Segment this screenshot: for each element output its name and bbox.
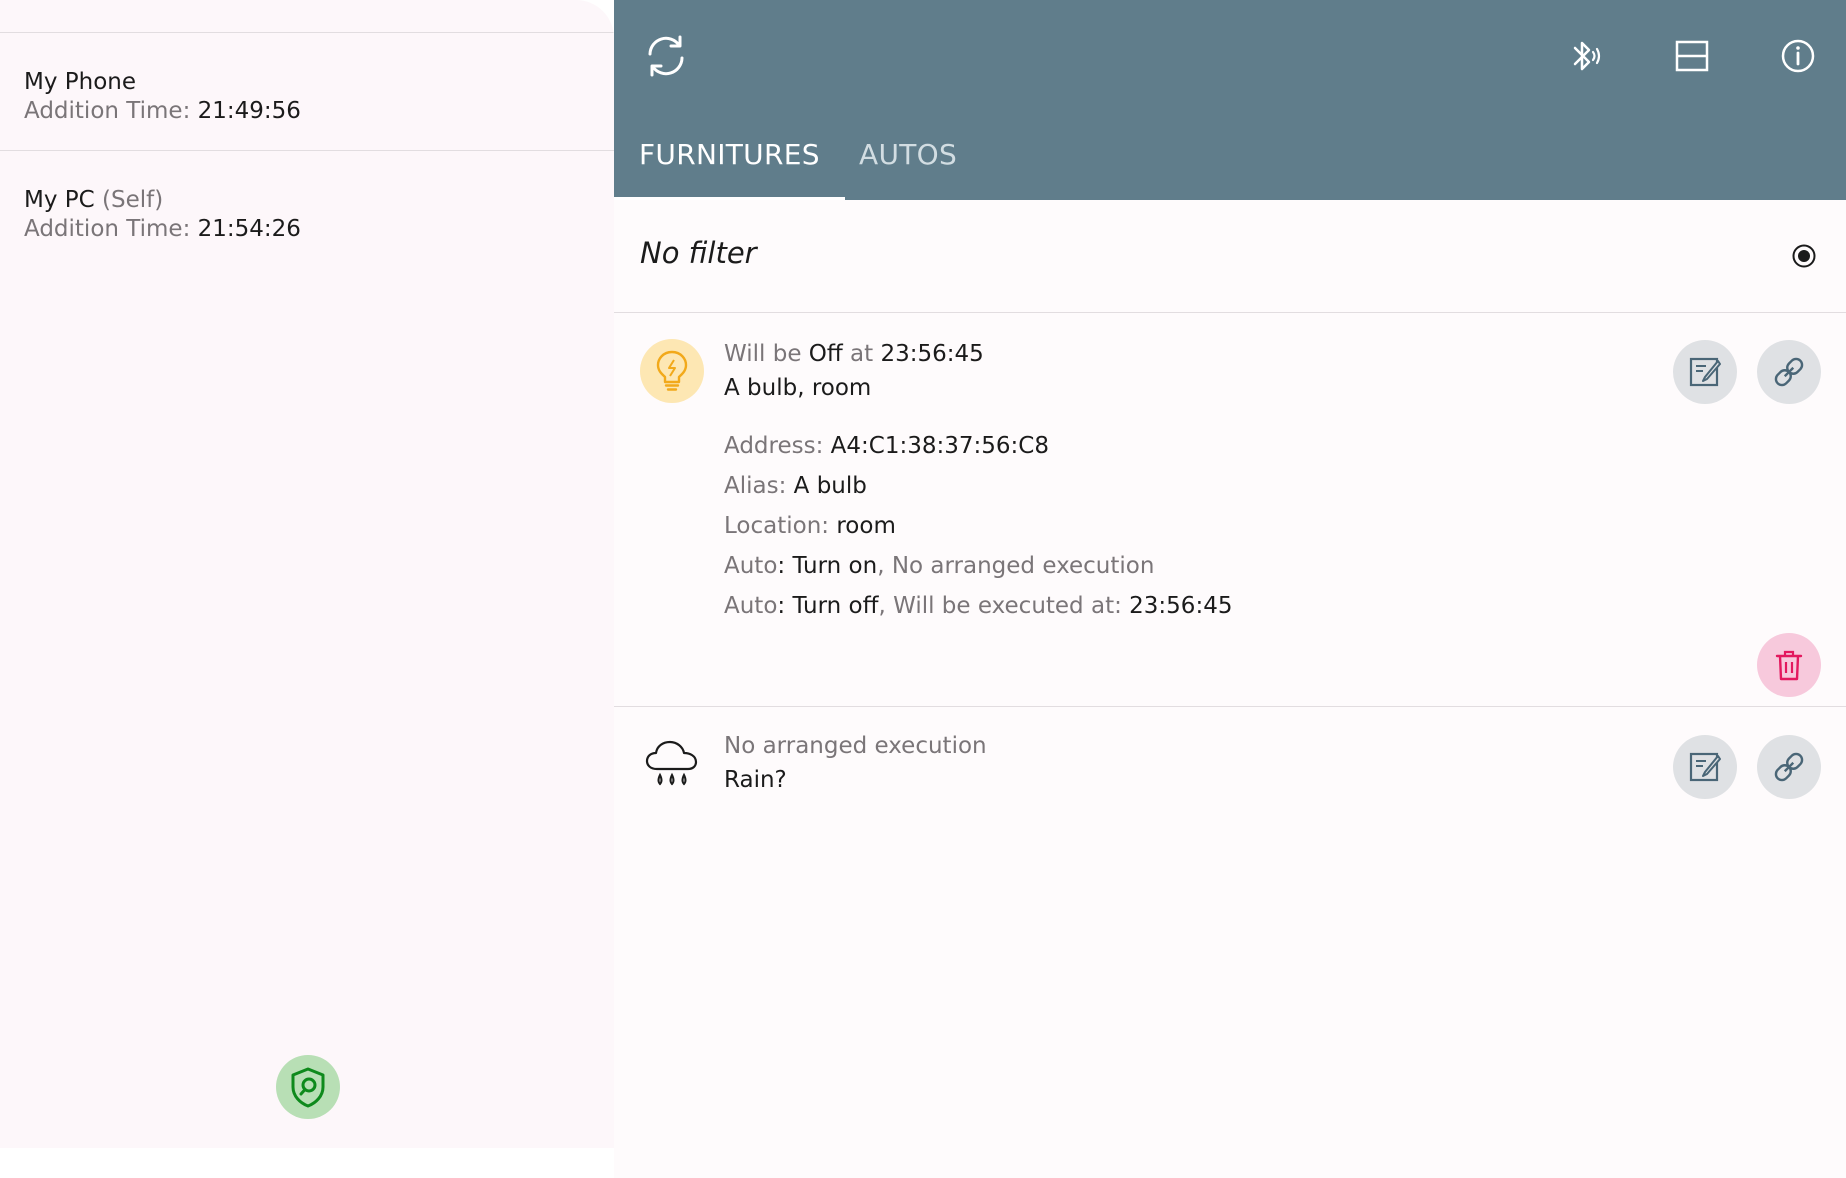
- detail-auto-on: Auto: Turn on, No arranged execution: [724, 546, 1232, 586]
- edit-note-icon: [1689, 752, 1721, 782]
- rain-cloud-icon: [645, 740, 698, 786]
- detail-value: A4:C1:38:37:56:C8: [830, 433, 1049, 459]
- view-agenda-icon: [1675, 40, 1709, 72]
- detail-time: 23:56:45: [1129, 593, 1233, 619]
- self-tag: (Self): [102, 187, 164, 213]
- detail-value: A bulb: [793, 473, 867, 499]
- furniture-item-rain[interactable]: No arranged execution Rain?: [614, 707, 1846, 827]
- filter-option[interactable]: No filter: [614, 200, 1846, 313]
- detail-value: room: [836, 513, 896, 539]
- edit-button[interactable]: [1673, 340, 1737, 404]
- link-icon: [1774, 752, 1804, 782]
- item-details: Address: A4:C1:38:37:56:C8 Alias: A bulb…: [724, 426, 1232, 626]
- addition-time-value: 21:49:56: [197, 98, 301, 124]
- refresh-icon: [648, 35, 684, 77]
- detail-label: Alias:: [724, 473, 794, 499]
- device-addition-time: Addition Time: 21:54:26: [24, 215, 614, 243]
- device-item-my-pc[interactable]: My PC (Self) Addition Time: 21:54:26: [0, 151, 614, 269]
- tab-autos[interactable]: AUTOS: [834, 115, 982, 200]
- addition-time-label: Addition Time:: [24, 98, 198, 124]
- shield-search-icon: [291, 1067, 325, 1108]
- app-bar: FURNITURES AUTOS: [614, 0, 1846, 200]
- detail-label: Auto: [724, 593, 778, 619]
- bluetooth-button[interactable]: [1558, 28, 1614, 84]
- item-status: Will be Off at 23:56:45: [724, 339, 984, 369]
- status-time: 23:56:45: [880, 341, 984, 367]
- furniture-item-bulb[interactable]: Will be Off at 23:56:45 A bulb, room Add…: [614, 313, 1846, 707]
- item-status: No arranged execution: [724, 733, 987, 759]
- link-button[interactable]: [1757, 340, 1821, 404]
- detail-action: Turn off: [792, 593, 879, 619]
- tab-label: FURNITURES: [639, 138, 820, 171]
- addition-time-value: 21:54:26: [197, 216, 301, 242]
- detail-action: Turn on: [792, 553, 878, 579]
- tab-furnitures[interactable]: FURNITURES: [614, 115, 845, 200]
- detail-location: Location: room: [724, 506, 1232, 546]
- device-item-my-phone[interactable]: My Phone Addition Time: 21:49:56: [0, 33, 614, 151]
- refresh-button[interactable]: [638, 28, 694, 84]
- status-prefix: Will be: [724, 341, 809, 367]
- filter-label: No filter: [640, 236, 757, 270]
- detail-sep: :: [777, 593, 793, 619]
- device-drawer: My Phone Addition Time: 21:49:56 My PC (…: [0, 0, 614, 1148]
- status-mid: at: [842, 341, 881, 367]
- item-title: A bulb, room: [724, 375, 872, 401]
- security-scan-button[interactable]: [276, 1055, 340, 1119]
- device-addition-time: Addition Time: 21:49:56: [24, 97, 614, 125]
- device-name: My PC: [24, 187, 95, 213]
- detail-alias: Alias: A bulb: [724, 466, 1232, 506]
- bluetooth-audio-icon: [1573, 41, 1601, 71]
- drawer-header: [0, 0, 614, 33]
- device-name: My Phone: [24, 69, 137, 95]
- delete-button[interactable]: [1757, 633, 1821, 697]
- detail-rest: , Will be executed at:: [878, 593, 1130, 619]
- device-name-row: My PC (Self): [24, 185, 614, 215]
- trash-icon: [1775, 650, 1803, 681]
- status-state: Off: [808, 341, 843, 367]
- info-icon: [1781, 39, 1815, 73]
- detail-label: Address:: [724, 433, 831, 459]
- detail-rest: , No arranged execution: [877, 553, 1155, 579]
- item-title: Rain?: [724, 767, 787, 793]
- radio-selected-icon[interactable]: [1792, 244, 1816, 268]
- detail-label: Location:: [724, 513, 837, 539]
- edit-button[interactable]: [1673, 735, 1737, 799]
- detail-label: Auto: [724, 553, 778, 579]
- addition-time-label: Addition Time:: [24, 216, 198, 242]
- edit-note-icon: [1689, 357, 1721, 387]
- link-icon: [1774, 357, 1804, 387]
- bulb-avatar: [640, 339, 704, 403]
- detail-address: Address: A4:C1:38:37:56:C8: [724, 426, 1232, 466]
- detail-sep: :: [777, 553, 793, 579]
- tab-label: AUTOS: [859, 138, 958, 171]
- info-button[interactable]: [1770, 28, 1826, 84]
- link-button[interactable]: [1757, 735, 1821, 799]
- detail-auto-off: Auto: Turn off, Will be executed at: 23:…: [724, 586, 1232, 626]
- lightbulb-icon: [656, 350, 688, 391]
- rain-avatar: [640, 733, 704, 797]
- view-toggle-button[interactable]: [1664, 28, 1720, 84]
